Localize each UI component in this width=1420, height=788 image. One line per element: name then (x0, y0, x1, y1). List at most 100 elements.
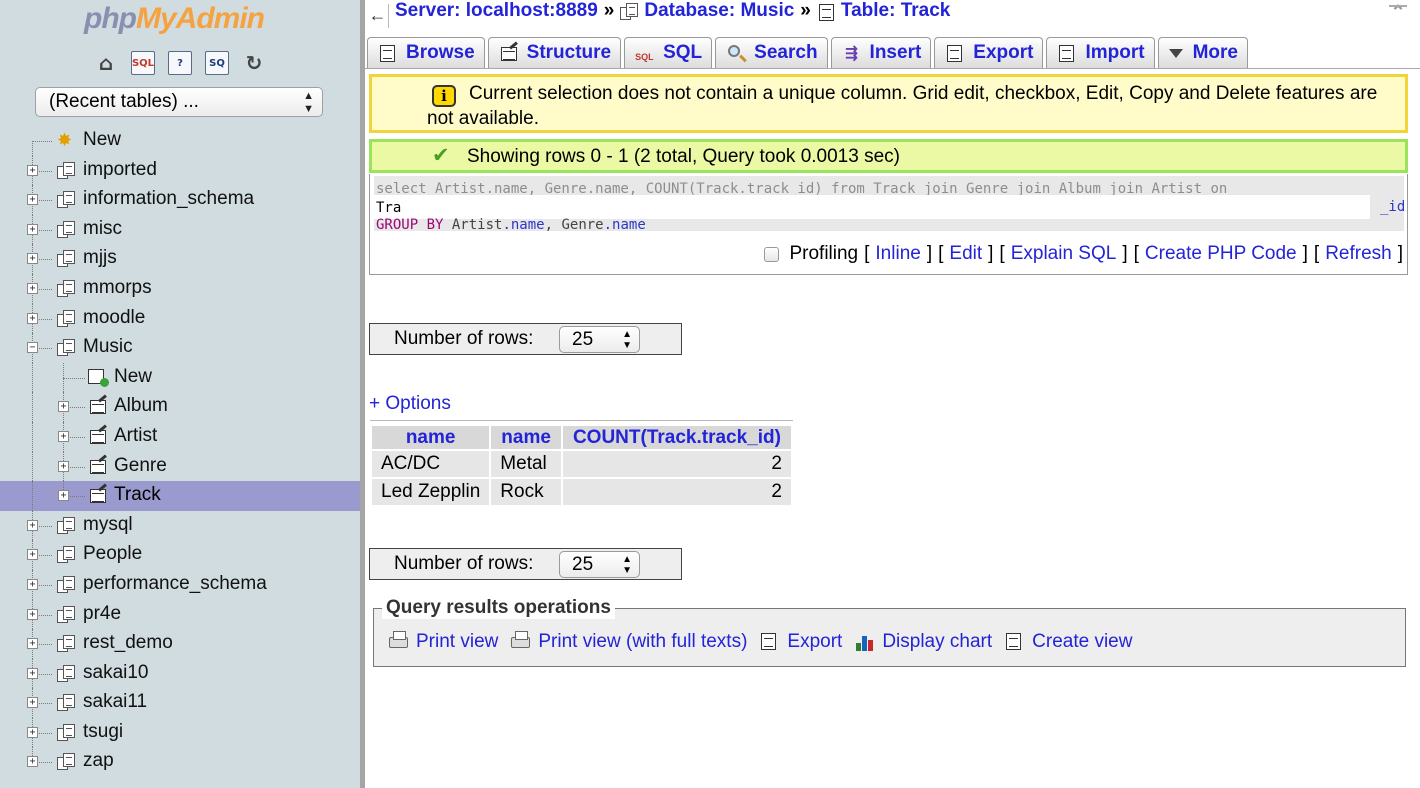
display-chart-link[interactable]: Display chart (854, 631, 992, 653)
tab-import[interactable]: Import (1046, 37, 1155, 68)
tree-item-label: mysql (83, 513, 133, 535)
tree-item-moodle[interactable]: + moodle (0, 303, 360, 334)
tree-item-imported[interactable]: + imported (0, 155, 360, 186)
profiling-checkbox[interactable] (764, 246, 780, 262)
tab-search[interactable]: Search (715, 37, 828, 68)
tree-item-label: New (114, 365, 153, 387)
expand-icon[interactable]: + (27, 697, 38, 709)
tree-item-album[interactable]: + Album (0, 392, 360, 422)
sql-docs-icon[interactable]: SQ (205, 51, 229, 75)
table-cell: 2 (562, 451, 791, 477)
expand-icon[interactable]: + (27, 638, 38, 650)
expand-icon[interactable]: + (27, 282, 38, 294)
print-view-link[interactable]: Print view (388, 631, 498, 653)
info-icon: i (432, 85, 456, 107)
expand-icon[interactable]: + (27, 726, 38, 738)
docs-icon[interactable]: ? (168, 51, 192, 75)
expand-icon[interactable]: + (27, 608, 38, 620)
tree-item-label: pr4e (83, 602, 122, 624)
create-php-code-link[interactable]: Create PHP Code (1145, 243, 1297, 265)
tab-insert[interactable]: ⇶ Insert (830, 37, 932, 68)
recent-tables-select[interactable]: (Recent tables) ... ▲ ▼ (35, 87, 323, 117)
expand-icon[interactable]: + (27, 578, 38, 590)
expand-icon[interactable]: + (27, 312, 38, 324)
expand-icon[interactable]: + (27, 253, 38, 265)
rows-label: Number of rows: (394, 328, 534, 349)
tree-item-zap[interactable]: + zap (0, 747, 360, 777)
database-icon (57, 546, 77, 564)
collapse-top-icon[interactable]: ⌃ (1388, 3, 1408, 22)
tree-item-mysql[interactable]: + mysql (0, 510, 360, 541)
sql-line: GROUP BY Artist.name, Genre.name (376, 217, 646, 231)
table-cell: AC/DC (372, 451, 490, 477)
breadcrumb-table[interactable]: Table: Track (841, 0, 950, 22)
breadcrumb-server[interactable]: Server: localhost:8889 (395, 0, 598, 22)
tree-item-music[interactable]: − Music (0, 333, 360, 363)
tree-item-people[interactable]: + People (0, 540, 360, 570)
expand-icon[interactable]: + (58, 490, 69, 502)
expand-icon[interactable]: + (27, 223, 38, 235)
column-header[interactable]: COUNT(Track.track_id) (562, 423, 791, 449)
tree-item-rest-demo[interactable]: + rest_demo (0, 629, 360, 659)
tree-item-genre[interactable]: + Genre (0, 451, 360, 482)
create-view-link[interactable]: Create view (1004, 631, 1132, 653)
tree-item-new[interactable]: ✸ New (0, 126, 360, 156)
options-link[interactable]: + Options (369, 393, 451, 415)
inline-edit-link[interactable]: Inline (875, 243, 920, 265)
rows-select[interactable]: 25 ▲ ▼ (559, 326, 640, 353)
explain-sql-link[interactable]: Explain SQL (1011, 243, 1117, 265)
tree-item-music-new[interactable]: New (0, 362, 360, 393)
expand-icon[interactable]: + (27, 194, 38, 206)
tree-item-performance-schema[interactable]: + performance_schema (0, 569, 360, 600)
tab-browse[interactable]: Browse (367, 37, 485, 68)
expand-icon[interactable]: + (27, 519, 38, 531)
expand-icon[interactable]: + (27, 164, 38, 176)
column-header[interactable]: name (491, 423, 561, 449)
tree-item-misc[interactable]: + misc (0, 214, 360, 245)
rows-select[interactable]: 25 ▲ ▼ (559, 551, 640, 578)
select-arrows-icon: ▲ ▼ (622, 329, 632, 351)
expand-icon[interactable]: + (27, 756, 38, 768)
tree-item-tsugi[interactable]: + tsugi (0, 717, 360, 748)
expand-icon[interactable]: + (27, 549, 38, 561)
tree-item-artist[interactable]: + Artist (0, 421, 360, 452)
tree-item-sakai10[interactable]: + sakai10 (0, 658, 360, 689)
tree-item-label: New (83, 129, 122, 150)
phpmyadmin-logo[interactable]: phpMyAdmin (84, 2, 265, 36)
view-icon (1004, 632, 1026, 652)
tree-item-sakai11[interactable]: + sakai11 (0, 688, 360, 718)
checkmark-icon: ✔ (432, 144, 450, 167)
expand-icon[interactable]: + (58, 460, 69, 472)
expand-icon[interactable]: + (58, 430, 69, 442)
tab-more[interactable]: More (1157, 37, 1248, 68)
tree-item-mmorps[interactable]: + mmorps (0, 273, 360, 304)
table-cell: 2 (562, 479, 791, 505)
expand-icon[interactable]: + (27, 667, 38, 679)
tab-structure[interactable]: Structure (487, 37, 622, 68)
export-link[interactable]: Export (759, 631, 842, 653)
table-icon (88, 394, 108, 416)
collapse-icon[interactable]: − (27, 342, 38, 354)
tree-item-track[interactable]: + Track (0, 481, 360, 511)
tree-item-information-schema[interactable]: + information_schema (0, 185, 360, 215)
tab-export[interactable]: Export (934, 37, 1044, 68)
print-view-full-link[interactable]: Print view (with full texts) (510, 631, 747, 653)
back-arrow-icon[interactable]: ← (367, 4, 389, 28)
breadcrumb-database[interactable]: Database: Music (644, 0, 794, 22)
reload-icon[interactable]: ↻ (242, 51, 266, 75)
sql-query-icon[interactable]: SQL (131, 51, 155, 75)
table-row: AC/DC Metal 2 (372, 451, 791, 477)
column-header[interactable]: name (372, 423, 490, 449)
export-icon (759, 632, 781, 652)
edit-link[interactable]: Edit (949, 243, 982, 265)
select-arrows-icon: ▲ ▼ (622, 554, 632, 576)
refresh-link[interactable]: Refresh (1325, 243, 1392, 265)
chevron-down-icon (1168, 48, 1183, 58)
sql-query-text[interactable]: select Artist.name, Genre.name, COUNT(Tr… (374, 176, 1404, 231)
expand-icon[interactable]: + (58, 401, 69, 413)
tree-item-mjjs[interactable]: + mjjs (0, 244, 360, 274)
home-icon[interactable]: ⌂ (94, 51, 118, 75)
tab-sql[interactable]: SQL SQL (624, 37, 713, 68)
results-table: name name COUNT(Track.track_id) AC/DC Me… (370, 420, 793, 507)
tree-item-pr4e[interactable]: + pr4e (0, 599, 360, 630)
